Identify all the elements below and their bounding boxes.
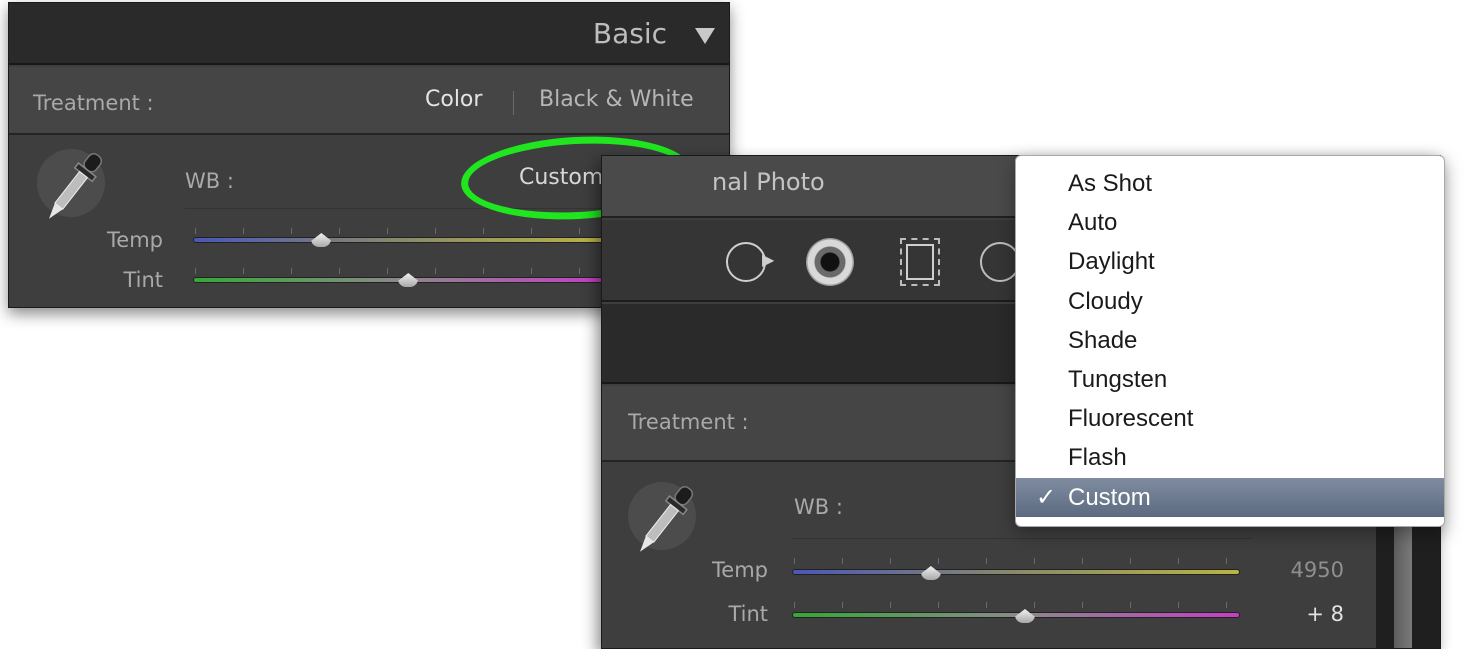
wb-menu-item[interactable]: Tungsten [1016,360,1444,399]
wb-menu-item[interactable]: ✓ Custom [1016,477,1444,517]
tint-value-right[interactable]: + 8 [1264,602,1344,626]
treatment-separator [513,91,514,115]
wb-menu-item[interactable]: Daylight [1016,242,1444,281]
tint-label: Tint [123,268,163,292]
temp-ticks [195,228,607,234]
wb-menu-item[interactable]: As Shot [1016,164,1444,203]
treatment-color-option[interactable]: Color [425,87,482,112]
panel-header[interactable]: Basic [9,3,729,65]
wb-menu-item[interactable]: Cloudy [1016,282,1444,321]
eyedropper-icon [639,486,694,552]
temp-slider-track[interactable] [193,237,607,243]
original-photo-label: nal Photo [712,168,825,196]
wb-preset-menu: As Shot Auto Daylight Cloudy Shade Tungsten Fl… [1015,155,1445,527]
treatment-bw-option[interactable]: Black & White [539,87,694,112]
wb-label: WB : [185,169,234,193]
wb-menu-item-label: Daylight [1068,248,1155,276]
wb-eyedropper-button-right[interactable] [628,482,696,552]
temp-label: Temp [107,228,163,252]
temp-ticks-right [794,558,1240,564]
wb-menu-item-label: Cloudy [1068,287,1143,315]
eyedropper-icon [48,153,103,219]
treatment-row: Treatment : Color Black & White [9,67,729,135]
wb-menu-item-label: Shade [1068,326,1138,354]
wb-menu-item-label: Fluorescent [1068,405,1194,433]
crop-tool-icon[interactable] [726,242,766,282]
wb-menu-item[interactable]: Fluorescent [1016,399,1444,438]
wb-menu-item-label: Tungsten [1068,365,1168,393]
wb-divider-right [792,538,1252,539]
wb-menu-item-label: Auto [1068,209,1118,237]
tint-ticks [195,268,607,274]
red-eye-tool-icon[interactable] [806,238,854,286]
wb-menu-item-label: Flash [1068,444,1127,472]
collapse-triangle-icon[interactable] [695,28,715,44]
crop-tool-arrow-icon: ▶ [762,250,775,269]
wb-menu-item-label: As Shot [1068,170,1153,197]
treatment-label: Treatment : [33,91,154,115]
temp-slider-track-right[interactable] [792,569,1240,575]
wb-eyedropper-button[interactable] [37,149,105,219]
wb-menu-item[interactable]: Auto [1016,203,1444,242]
temp-label-right: Temp [712,558,768,582]
tint-ticks-right [794,602,1240,608]
temp-value-right[interactable]: 4950 [1264,558,1344,582]
panel-title: Basic [592,17,667,50]
treatment-label-right: Treatment : [628,410,749,434]
graduated-filter-inner [906,244,934,280]
wb-menu-item-label: Custom [1068,483,1151,511]
adjustment-brush-tool-icon[interactable] [980,242,1020,282]
wb-menu-item[interactable]: Shade [1016,321,1444,360]
wb-menu-item[interactable]: Flash [1016,438,1444,477]
wb-label-right: WB : [794,495,843,519]
tint-label-right: Tint [728,602,768,626]
checkmark-icon: ✓ [1036,483,1057,511]
